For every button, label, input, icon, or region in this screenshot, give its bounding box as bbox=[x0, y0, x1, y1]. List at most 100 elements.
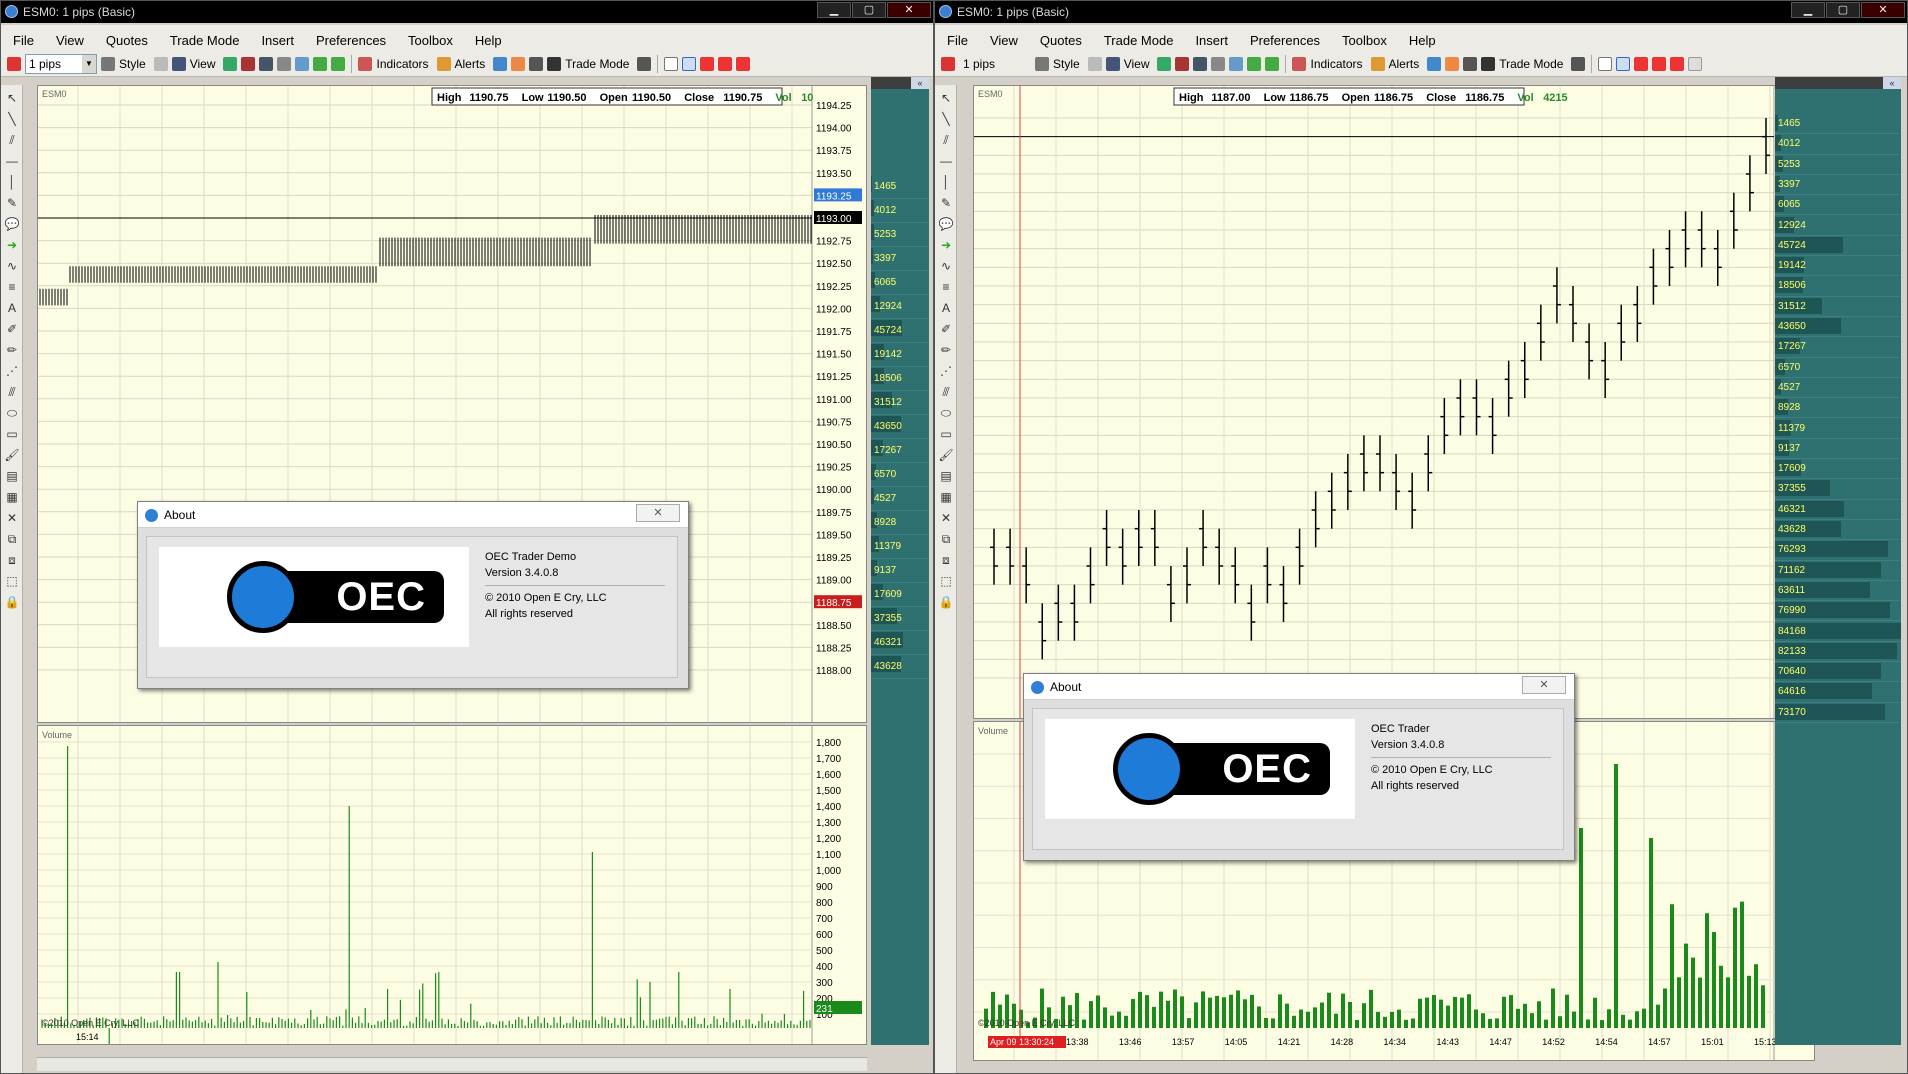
view-button[interactable]: View bbox=[1124, 57, 1150, 71]
brush-icon[interactable]: ✏ bbox=[4, 342, 20, 358]
zoom-icon[interactable] bbox=[259, 56, 274, 71]
ladder-row[interactable]: 4527 bbox=[1775, 378, 1901, 399]
text-icon[interactable]: A bbox=[4, 300, 20, 316]
indicators-button[interactable]: Indicators bbox=[1310, 57, 1362, 71]
ladder-row[interactable]: 8928 bbox=[1775, 398, 1901, 419]
ladder-row[interactable]: 4012 bbox=[871, 199, 929, 223]
colors-icon[interactable] bbox=[1445, 56, 1460, 71]
fan-icon[interactable]: ⋰ bbox=[4, 363, 20, 379]
ladder-row[interactable]: 43628 bbox=[1775, 520, 1901, 541]
ladder-row[interactable]: 18506 bbox=[1775, 276, 1901, 297]
alerts-button[interactable]: Alerts bbox=[1389, 57, 1420, 71]
back-icon[interactable] bbox=[331, 56, 346, 71]
ladder-row[interactable]: 9137 bbox=[1775, 439, 1901, 460]
colors-icon[interactable] bbox=[511, 56, 526, 71]
ladder-row[interactable]: 64616 bbox=[1775, 682, 1901, 703]
ladder-row[interactable]: 6065 bbox=[871, 271, 929, 295]
collapse-icon[interactable]: « bbox=[1883, 77, 1901, 89]
ladder-row[interactable]: 43628 bbox=[871, 655, 929, 679]
pitchfork-icon[interactable]: ⫻ bbox=[4, 384, 20, 400]
ladder-row[interactable]: 45724 bbox=[1775, 236, 1901, 257]
ladder-row[interactable]: 84168 bbox=[1775, 622, 1901, 642]
pitchfork-icon[interactable]: ⫻ bbox=[938, 384, 954, 400]
menu-toolbox[interactable]: Toolbox bbox=[408, 33, 453, 48]
link-icon[interactable] bbox=[1571, 56, 1586, 71]
ladder-row[interactable]: 37355 bbox=[871, 607, 929, 631]
copy-icon[interactable]: ⧉ bbox=[4, 531, 20, 547]
zoom-out-icon[interactable] bbox=[1175, 56, 1190, 71]
delete-icon[interactable]: ✕ bbox=[938, 510, 954, 526]
trade-mode-button[interactable]: Trade Mode bbox=[565, 57, 629, 71]
chart-window-right[interactable]: ESM0: 1 pips (Basic) ▁ ▢ ✕ File View Quo… bbox=[934, 0, 1908, 1074]
crosshair-arrow-icon[interactable] bbox=[736, 56, 751, 71]
ladder-row[interactable]: 19142 bbox=[871, 343, 929, 367]
copy-icon[interactable]: ⧉ bbox=[938, 531, 954, 547]
crosshair-red-icon[interactable] bbox=[1634, 56, 1649, 71]
maximize-icon[interactable]: ▢ bbox=[1826, 2, 1860, 18]
ladder-row[interactable]: 17609 bbox=[1775, 459, 1901, 480]
style-button[interactable]: Style bbox=[119, 57, 146, 71]
line-icon[interactable]: ╲ bbox=[4, 111, 20, 127]
select-icon[interactable]: ⬚ bbox=[4, 573, 20, 589]
price-ladder[interactable]: « 1465 4012 5253 3397 6065 12924 45724 19142 185… bbox=[1775, 77, 1901, 1045]
wave-icon[interactable]: ∿ bbox=[938, 258, 954, 274]
layers-icon[interactable]: ▤ bbox=[4, 468, 20, 484]
link-icon[interactable] bbox=[637, 56, 652, 71]
menu-preferences[interactable]: Preferences bbox=[1250, 33, 1320, 48]
crosshair-icon[interactable] bbox=[682, 56, 697, 71]
template-icon[interactable]: ▦ bbox=[938, 489, 954, 505]
properties-icon[interactable] bbox=[493, 56, 508, 71]
callout-icon[interactable]: 💬 bbox=[938, 216, 954, 232]
forward-icon[interactable] bbox=[313, 56, 328, 71]
ladder-row[interactable]: 12924 bbox=[871, 295, 929, 319]
ladder-row[interactable]: 9137 bbox=[871, 559, 929, 583]
ladder-row[interactable]: 76990 bbox=[1775, 601, 1901, 622]
layers-icon[interactable]: ▤ bbox=[938, 468, 954, 484]
select-icon[interactable]: ⬚ bbox=[938, 573, 954, 589]
callout-icon[interactable]: 💬 bbox=[4, 216, 20, 232]
menu-trade-mode[interactable]: Trade Mode bbox=[170, 33, 240, 48]
close-icon[interactable]: ✕ bbox=[636, 504, 680, 522]
crosshair-icon[interactable] bbox=[1616, 56, 1631, 71]
maximize-icon[interactable]: ▢ bbox=[852, 2, 886, 18]
zoom-icon[interactable] bbox=[1193, 56, 1208, 71]
ladder-row[interactable]: 71162 bbox=[1775, 561, 1901, 581]
ladder-row[interactable]: 5253 bbox=[871, 223, 929, 247]
ladder-row[interactable]: 17267 bbox=[871, 439, 929, 463]
channel-icon[interactable]: ≡ bbox=[938, 279, 954, 295]
close-icon[interactable]: ✕ bbox=[1861, 2, 1905, 18]
view-button[interactable]: View bbox=[190, 57, 216, 71]
window-icon[interactable] bbox=[1688, 56, 1703, 71]
zoom-out-icon[interactable] bbox=[241, 56, 256, 71]
cursor-icon[interactable] bbox=[1598, 56, 1613, 71]
note-icon[interactable]: ✎ bbox=[938, 195, 954, 211]
title-bar[interactable]: ESM0: 1 pips (Basic) ▁ ▢ ✕ bbox=[1, 1, 933, 23]
ladder-row[interactable]: 5253 bbox=[1775, 155, 1901, 175]
ladder-row[interactable]: 43650 bbox=[871, 415, 929, 439]
ladder-row[interactable]: 6065 bbox=[1775, 195, 1901, 216]
grid-icon[interactable] bbox=[153, 56, 168, 71]
ladder-row[interactable]: 12924 bbox=[1775, 216, 1901, 236]
pen-icon[interactable]: ✐ bbox=[4, 321, 20, 337]
close-icon[interactable]: ✕ bbox=[1522, 676, 1566, 694]
rectangle-icon[interactable]: ▭ bbox=[938, 426, 954, 442]
grid-icon[interactable] bbox=[1087, 56, 1102, 71]
ladder-row[interactable]: 6570 bbox=[1775, 358, 1901, 378]
pen-icon[interactable]: ✐ bbox=[938, 321, 954, 337]
ladder-row[interactable]: 17267 bbox=[1775, 337, 1901, 358]
fib-icon[interactable]: ⫽ bbox=[938, 132, 954, 148]
ladder-row[interactable]: 6570 bbox=[871, 463, 929, 487]
horizontal-scrollbar[interactable] bbox=[37, 1057, 867, 1071]
trade-mode-button[interactable]: Trade Mode bbox=[1499, 57, 1563, 71]
ladder-row[interactable]: 11379 bbox=[1775, 419, 1901, 439]
scroll-icon[interactable] bbox=[295, 56, 310, 71]
menu-view[interactable]: View bbox=[56, 33, 84, 48]
delete-icon[interactable]: ✕ bbox=[4, 510, 20, 526]
horizontal-line-icon[interactable]: — bbox=[4, 153, 20, 169]
indicators-button[interactable]: Indicators bbox=[376, 57, 428, 71]
ladder-row[interactable]: 1465 bbox=[1775, 114, 1901, 135]
pointer-icon[interactable]: ↖ bbox=[938, 90, 954, 106]
about-title-bar[interactable]: About ✕ bbox=[138, 502, 688, 528]
menu-toolbox[interactable]: Toolbox bbox=[1342, 33, 1387, 48]
ladder-row[interactable]: 37355 bbox=[1775, 479, 1901, 500]
